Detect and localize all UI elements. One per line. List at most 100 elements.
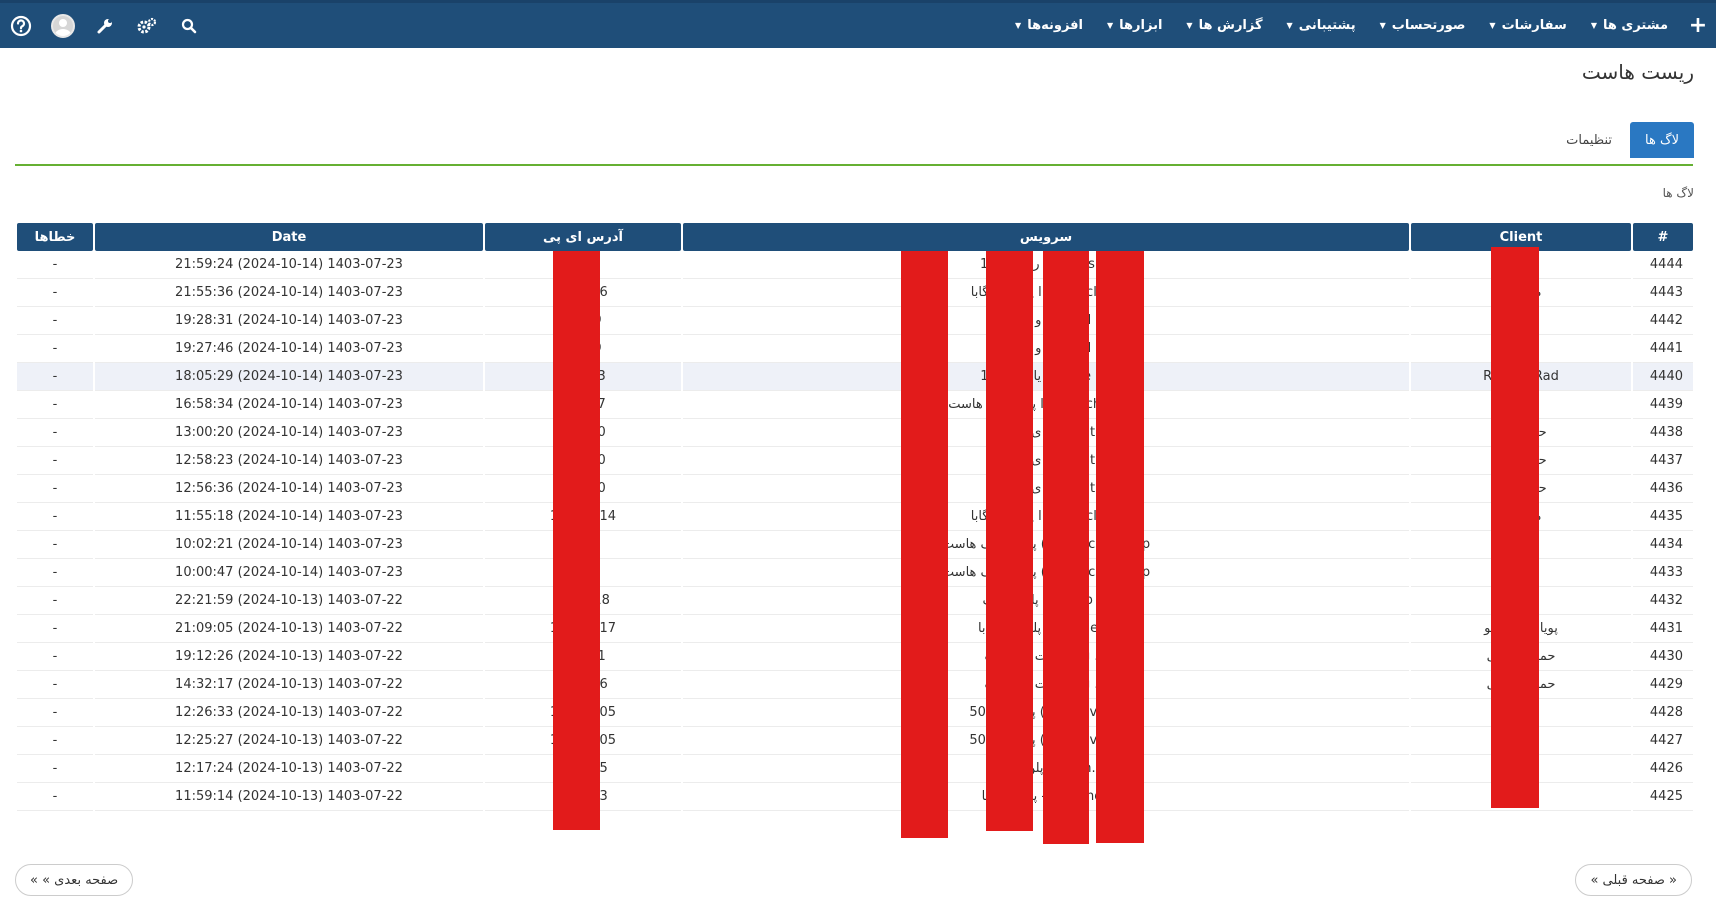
redaction-bar — [1096, 251, 1144, 843]
cell-id: 4430 — [1633, 643, 1693, 671]
caret-down-icon: ▼ — [1015, 21, 1022, 30]
cell-id: 4438 — [1633, 419, 1693, 447]
cell-date: 13:00:20 (2024-10-14) 1403-07-23 — [95, 419, 483, 447]
table-row[interactable]: 4438حس زادهlength ت ی پلن 0045 14013:00:… — [17, 419, 1693, 447]
cell-date: 16:58:34 (2024-10-14) 1403-07-23 — [95, 391, 483, 419]
table-row[interactable]: 4440Reza vi Radre ite - (ن) یا پلن 1GB5.… — [17, 363, 1693, 391]
user-avatar[interactable] — [42, 3, 84, 48]
logs-table: # Client سرویس آدرس ای پی Date خطاها 444… — [15, 223, 1695, 811]
table-row[interactable]: 4441m roایران - ) و پلن 35 21919:27:46 (… — [17, 335, 1693, 363]
menu-addons[interactable]: افزونه‌ها ▼ — [1003, 3, 1095, 48]
cell-errors: - — [17, 531, 93, 559]
cell-id: 4426 — [1633, 755, 1693, 783]
col-header-date[interactable]: Date — [95, 223, 483, 251]
menu-utilities[interactable]: ابزارها ▼ — [1095, 3, 1174, 48]
gears-icon[interactable] — [126, 3, 168, 48]
help-icon[interactable] — [0, 3, 42, 48]
cell-date: 22:21:59 (2024-10-13) 1403-07-22 — [95, 587, 483, 615]
caret-down-icon: ▼ — [1379, 21, 1386, 30]
table-row[interactable]: 4432م یsa shop - i پلن 2 گیگ2.1 .11822:2… — [17, 587, 1693, 615]
section-label: لاگ ها — [1662, 186, 1694, 200]
cell-errors: - — [17, 419, 93, 447]
page-title: ریست هاست — [1581, 60, 1694, 84]
cell-date: 12:56:36 (2024-10-14) 1403-07-23 — [95, 475, 483, 503]
menu-support[interactable]: پشتیبانی ▼ — [1275, 3, 1368, 48]
table-row[interactable]: 4437حس زادهlength ت ی پلن 0045 14012:58:… — [17, 447, 1693, 475]
menu-support-label: پشتیبانی — [1298, 18, 1356, 33]
table-row[interactable]: 4443مس فهnetw .cloud ا پلن 3 گیگابا17 0.… — [17, 279, 1693, 307]
cell-id: 4434 — [1633, 531, 1693, 559]
redaction-bar — [1043, 251, 1089, 844]
caret-down-icon: ▼ — [1286, 21, 1293, 30]
table-row[interactable]: 4430حمید ع خانیg .ir - رام ت پلن 1 گ5. 7… — [17, 643, 1693, 671]
search-icon[interactable] — [168, 3, 210, 48]
col-header-id[interactable]: # — [1633, 223, 1693, 251]
tab-logs[interactable]: لاگ ها — [1630, 122, 1694, 158]
table-body: 4444م یs .ir - (با ن) ر پلن 1GB4 6.921:5… — [17, 251, 1693, 811]
wrench-icon[interactable] — [84, 3, 126, 48]
table-row[interactable]: 4433امیا بیamircsc.vi top - ) پلن 1 گیگ … — [17, 559, 1693, 587]
cell-date: 11:59:14 (2024-10-13) 1403-07-22 — [95, 783, 483, 811]
cell-id: 4429 — [1633, 671, 1693, 699]
nav-icons — [0, 3, 210, 48]
table-row[interactable]: 4435مس فهnetw .cloud ا پلن 3 گیگابا172 1… — [17, 503, 1693, 531]
cell-date: 11:55:18 (2024-10-14) 1403-07-23 — [95, 503, 483, 531]
menu-reports-label: گزارش ها — [1198, 18, 1263, 33]
cell-id: 4442 — [1633, 307, 1693, 335]
cell-errors: - — [17, 307, 93, 335]
menu-billing-label: صورتحساب — [1391, 18, 1466, 33]
col-header-ip[interactable]: آدرس ای پی — [485, 223, 681, 251]
top-navbar: + مشتری ها ▼ سفارشات ▼ صورتحساب ▼ پشتیبانی ▼… — [0, 0, 1716, 48]
redaction-bar — [901, 251, 948, 838]
cell-date: 10:00:47 (2024-10-14) 1403-07-23 — [95, 559, 483, 587]
cell-errors: - — [17, 727, 93, 755]
menu-reports[interactable]: گزارش ها ▼ — [1174, 3, 1274, 48]
cell-date: 21:09:05 (2024-10-13) 1403-07-22 — [95, 615, 483, 643]
prev-page-button[interactable]: « صفحه قبلی » — [1575, 864, 1692, 896]
tab-settings[interactable]: تنظیمات — [1548, 122, 1630, 158]
cell-errors: - — [17, 251, 93, 279]
cell-errors: - — [17, 755, 93, 783]
caret-down-icon: ▼ — [1590, 21, 1597, 30]
menu-clients[interactable]: مشتری ها ▼ — [1579, 3, 1680, 48]
cell-errors: - — [17, 559, 93, 587]
menu-orders-label: سفارشات — [1501, 18, 1567, 33]
next-page-button[interactable]: صفحه بعدی » » — [15, 864, 134, 896]
table-row[interactable]: 4427ر یgtrff.v top - ) پلن 500Mb172 9.10… — [17, 727, 1693, 755]
caret-down-icon: ▼ — [1489, 21, 1496, 30]
menu-addons-label: افزونه‌ها — [1027, 18, 1083, 33]
col-header-service[interactable]: سرویس — [683, 223, 1409, 251]
cell-date: 21:59:24 (2024-10-14) 1403-07-23 — [95, 251, 483, 279]
table-row[interactable]: 4431پویا عا خادملوpou adeh.i پلن 1 گیگاب… — [17, 615, 1693, 643]
cell-date: 18:05:29 (2024-10-14) 1403-07-23 — [95, 363, 483, 391]
add-icon[interactable]: + — [1680, 3, 1716, 48]
table-row[interactable]: 4439م یblindch bot.to دا پلن 2GB هاست5. … — [17, 391, 1693, 419]
table-row[interactable]: 4429حمید ع خانیg .ir - رام ت پلن 1 گ17 7… — [17, 671, 1693, 699]
table-row[interactable]: 4434امیا بیamircsc.vi top - ) پلن 1 گیگ … — [17, 531, 1693, 559]
cell-date: 12:58:23 (2024-10-14) 1403-07-23 — [95, 447, 483, 475]
cell-date: 19:27:46 (2024-10-14) 1403-07-23 — [95, 335, 483, 363]
cell-errors: - — [17, 671, 93, 699]
cell-id: 4427 — [1633, 727, 1693, 755]
cell-errors: - — [17, 363, 93, 391]
table-row[interactable]: 4425س شaria shop - پلن 1 گیگا16 .20311:5… — [17, 783, 1693, 811]
cell-id: 4428 — [1633, 699, 1693, 727]
menu-billing[interactable]: صورتحساب ▼ — [1368, 3, 1478, 48]
menu-utilities-label: ابزارها — [1119, 18, 1163, 33]
table-row[interactable]: 4444م یs .ir - (با ن) ر پلن 1GB4 6.921:5… — [17, 251, 1693, 279]
cell-id: 4433 — [1633, 559, 1693, 587]
table-row[interactable]: 4426عم انzi n.ir - م پلن 1 گیگ94 .19512:… — [17, 755, 1693, 783]
cell-date: 19:28:31 (2024-10-14) 1403-07-23 — [95, 307, 483, 335]
table-row[interactable]: 4436حس زادهlength ت ی پلن 0045 14012:56:… — [17, 475, 1693, 503]
menu-orders[interactable]: سفارشات ▼ — [1477, 3, 1578, 48]
cell-errors: - — [17, 699, 93, 727]
cell-errors: - — [17, 783, 93, 811]
table-row[interactable]: 4428ر یgtrff.v top - ) پلن 500Mb172 9.10… — [17, 699, 1693, 727]
cell-date: 14:32:17 (2024-10-13) 1403-07-22 — [95, 671, 483, 699]
table-row[interactable]: 4442m roایران - ) و پلن 35 21919:28:31 (… — [17, 307, 1693, 335]
cell-errors: - — [17, 643, 93, 671]
col-header-errors[interactable]: خطاها — [17, 223, 93, 251]
caret-down-icon: ▼ — [1107, 21, 1114, 30]
cell-id: 4440 — [1633, 363, 1693, 391]
redaction-bar — [553, 251, 600, 830]
